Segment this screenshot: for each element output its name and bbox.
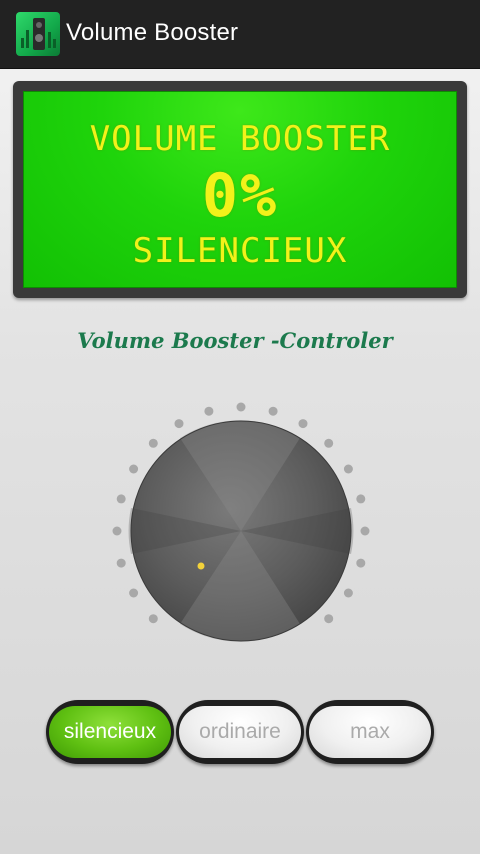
- lcd-display: VOLUME BOOSTER 0% SILENCIEUX: [13, 81, 467, 298]
- knob-scale-dot: [236, 402, 246, 412]
- mode-button-max[interactable]: max: [306, 700, 434, 764]
- knob-scale-dot: [324, 614, 334, 624]
- knob-scale-dot: [129, 464, 139, 474]
- knob-scale-dot: [116, 494, 126, 504]
- knob-scale-dot: [116, 558, 126, 568]
- knob-scale-dot: [343, 464, 353, 474]
- knob-scale-dot: [343, 588, 353, 598]
- knob-scale-dot: [129, 588, 139, 598]
- knob-scale-dot: [148, 438, 158, 448]
- knob-scale-dot: [148, 614, 158, 624]
- knob-scale-dot: [204, 406, 214, 416]
- lcd-screen: VOLUME BOOSTER 0% SILENCIEUX: [23, 91, 457, 288]
- knob-scale-dot: [112, 526, 122, 536]
- lcd-title: VOLUME BOOSTER: [89, 119, 391, 159]
- volume-knob-graphic: [112, 402, 370, 642]
- knob-scale-dot: [360, 526, 370, 536]
- mode-button-silencieux[interactable]: silencieux: [46, 700, 174, 764]
- controller-heading: Volume Booster -Controler: [77, 328, 393, 353]
- volume-knob[interactable]: [128, 420, 354, 642]
- mode-button-max-label: max: [309, 706, 431, 758]
- current-mode-label: SILENCIEUX: [132, 231, 348, 271]
- app-bar: Volume Booster: [0, 0, 480, 69]
- knob-indicator-dot: [197, 562, 205, 570]
- volume-booster-app-icon: [16, 12, 60, 56]
- knob-scale-dot: [356, 494, 366, 504]
- mode-button-silencieux-label: silencieux: [49, 706, 171, 758]
- mode-button-ordinaire-label: ordinaire: [179, 706, 301, 758]
- volume-percent: 0%: [201, 161, 279, 231]
- knob-scale-dot: [268, 406, 278, 416]
- mode-button-ordinaire[interactable]: ordinaire: [176, 700, 304, 764]
- knob-scale-dot: [356, 558, 366, 568]
- knob-scale-dot: [174, 419, 184, 429]
- app-title: Volume Booster: [66, 19, 239, 46]
- volume-knob-area: [100, 388, 380, 668]
- knob-scale-dot: [298, 419, 308, 429]
- knob-scale-dot: [324, 438, 334, 448]
